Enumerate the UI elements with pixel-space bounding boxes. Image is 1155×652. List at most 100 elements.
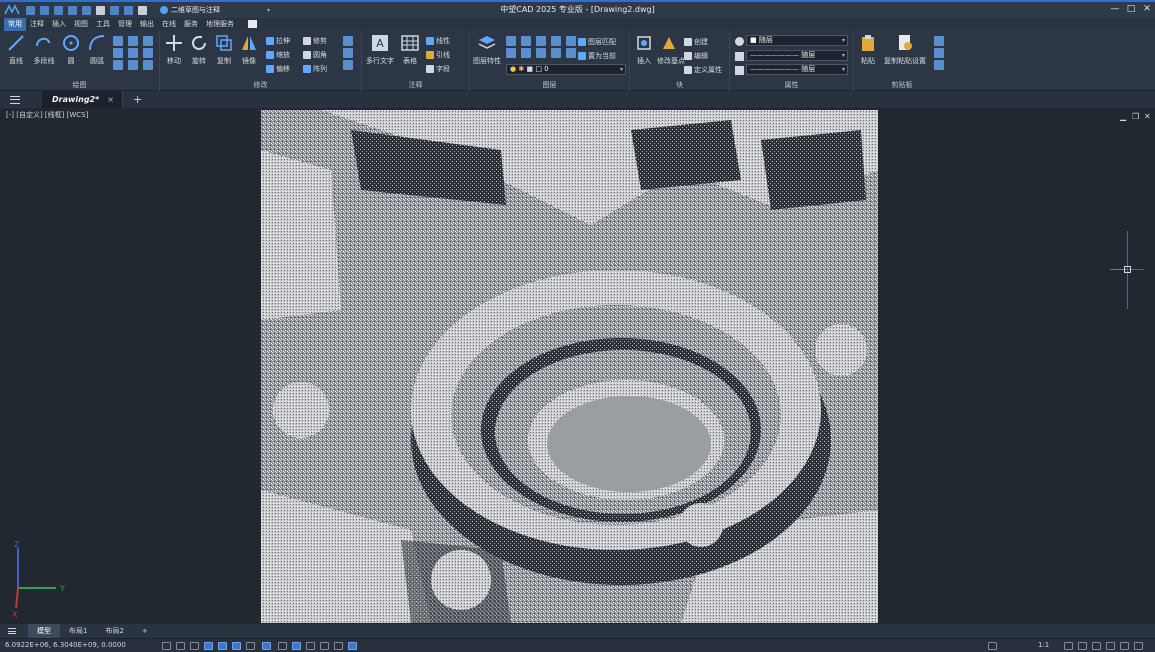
layer-tool-5-icon[interactable] [566,36,576,46]
hatch-icon[interactable] [143,36,153,46]
insert-block-button[interactable]: 插入 [632,34,656,66]
mtext-button[interactable]: A 多行文字 [366,34,394,66]
layer-match-button[interactable]: 图层匹配 [578,36,616,48]
menu-item-view[interactable]: 视图 [70,18,92,31]
layer-tool-1-icon[interactable] [506,36,516,46]
ellipse-icon[interactable] [113,48,123,58]
lineweight-dropdown[interactable]: ——————— 随层 ▾ [746,64,848,75]
cut-icon[interactable] [934,36,944,46]
viewport-minimize-icon[interactable]: ▁ [1120,112,1126,121]
layer-tool-4-icon[interactable] [551,36,561,46]
save-as-icon[interactable] [68,5,77,15]
lineweight-toggle-icon[interactable] [262,642,271,650]
layer-tool-7-icon[interactable] [521,48,531,58]
trim-button[interactable]: 修剪 [303,35,327,47]
match-prop-icon[interactable] [934,60,944,70]
table-button[interactable]: 表格 [398,34,422,66]
layer-tool-10-icon[interactable] [566,48,576,58]
layer-tool-2-icon[interactable] [521,36,531,46]
menu-item-service[interactable]: 服务 [180,18,202,31]
line-button[interactable]: 直线 [4,34,28,66]
drawing-canvas[interactable]: [-] [自定义] [线框] [WCS] ▁ ❐ ✕ Z Y X [0,108,1155,624]
menu-icon[interactable] [10,95,20,104]
plot-icon[interactable] [82,5,91,15]
layer-properties-button[interactable]: 图层特性 [472,34,502,66]
wipeout-icon[interactable] [143,60,153,70]
sc-toggle-icon[interactable] [306,642,315,650]
otrack-toggle-icon[interactable] [232,642,241,650]
settings-gear-icon[interactable] [1106,642,1115,650]
save-icon[interactable] [54,5,63,15]
tab-layout2[interactable]: 布局2 [96,624,132,638]
layout-menu-icon[interactable] [8,628,16,634]
layer-tool-6-icon[interactable] [506,48,516,58]
copy-clip-icon[interactable] [934,48,944,58]
arc-button[interactable]: 圆弧 [85,34,109,66]
leader-button[interactable]: 引线 [426,49,450,61]
workspace-selector[interactable]: 二维草图与注释 ▾ [156,4,274,16]
layer-tool-9-icon[interactable] [551,48,561,58]
maximize-button[interactable]: □ [1123,2,1139,18]
create-block-button[interactable]: 创建 [684,36,708,48]
explode-icon[interactable] [343,36,353,46]
rotate-button[interactable]: 旋转 [187,34,211,66]
undo-icon[interactable] [124,5,133,15]
move-button[interactable]: 移动 [162,34,186,66]
menu-item-annotate[interactable]: 注释 [26,18,48,31]
qp-toggle-icon[interactable] [292,642,301,650]
transparency-toggle-icon[interactable] [278,642,287,650]
layer-tool-8-icon[interactable] [536,48,546,58]
menu-item-geo-service[interactable]: 地理服务 [202,18,238,31]
polar-toggle-icon[interactable] [204,642,213,650]
edit-basepoint-button[interactable]: 修改基点 [657,34,685,66]
point-icon[interactable] [128,48,138,58]
minimize-button[interactable]: — [1107,2,1123,18]
edit-block-button[interactable]: 编辑 [684,50,708,62]
ortho-toggle-icon[interactable] [190,642,199,650]
linetype-dropdown[interactable]: ——————— 随层 ▾ [746,50,848,61]
mirror-button[interactable]: 镜像 [237,34,261,66]
copy-button[interactable]: 复制 [212,34,236,66]
set-current-button[interactable]: 置为当前 [578,50,616,62]
workspace-switch-icon[interactable] [1092,642,1101,650]
close-button[interactable]: ✕ [1139,2,1155,18]
tab-layout1[interactable]: 布局1 [60,624,96,638]
offset-button[interactable]: 偏移 [266,63,290,75]
auto-scale-icon[interactable] [1078,642,1087,650]
add-layout-button[interactable]: + [133,624,157,638]
fillet-button[interactable]: 圆角 [303,49,327,61]
snap-toggle-icon[interactable] [176,642,185,650]
circle-button[interactable]: 圆 [59,34,83,66]
open-file-icon[interactable] [40,5,49,15]
print-icon[interactable] [96,5,105,15]
model-space-icon[interactable] [988,642,997,650]
menu-item-manage[interactable]: 管理 [114,18,136,31]
tab-model[interactable]: 模型 [28,624,60,638]
color-dropdown[interactable]: ■ 随层 ▾ [746,35,848,46]
annotation-visibility-icon[interactable] [1064,642,1073,650]
isolate-objects-icon[interactable] [1120,642,1129,650]
field-button[interactable]: 字段 [426,63,450,75]
spline-icon[interactable] [128,36,138,46]
stretch-button[interactable]: 拉伸 [266,35,290,47]
menu-item-insert[interactable]: 插入 [48,18,70,31]
boundary-icon[interactable] [113,60,123,70]
annotation-scale[interactable]: 1:1 [1038,641,1049,649]
array-button[interactable]: 阵列 [303,63,327,75]
redo-icon[interactable] [138,5,147,15]
define-attribute-button[interactable]: 定义属性 [684,64,722,76]
layer-tool-3-icon[interactable] [536,36,546,46]
ribbon-toggle-icon[interactable] [248,20,257,28]
publish-icon[interactable] [110,5,119,15]
match-properties-icon[interactable] [735,37,744,46]
am-toggle-icon[interactable] [320,642,329,650]
copy-paste-settings-button[interactable]: 复制粘贴设置 [884,34,926,66]
file-tab-drawing2[interactable]: Drawing2* × [42,91,123,108]
viewport-close-icon[interactable]: ✕ [1144,112,1151,121]
fullscreen-icon[interactable] [1134,642,1143,650]
menu-item-output[interactable]: 输出 [136,18,158,31]
new-tab-button[interactable]: + [133,93,142,106]
break-icon[interactable] [343,60,353,70]
menu-item-online[interactable]: 在线 [158,18,180,31]
grid-toggle-icon[interactable] [162,642,171,650]
